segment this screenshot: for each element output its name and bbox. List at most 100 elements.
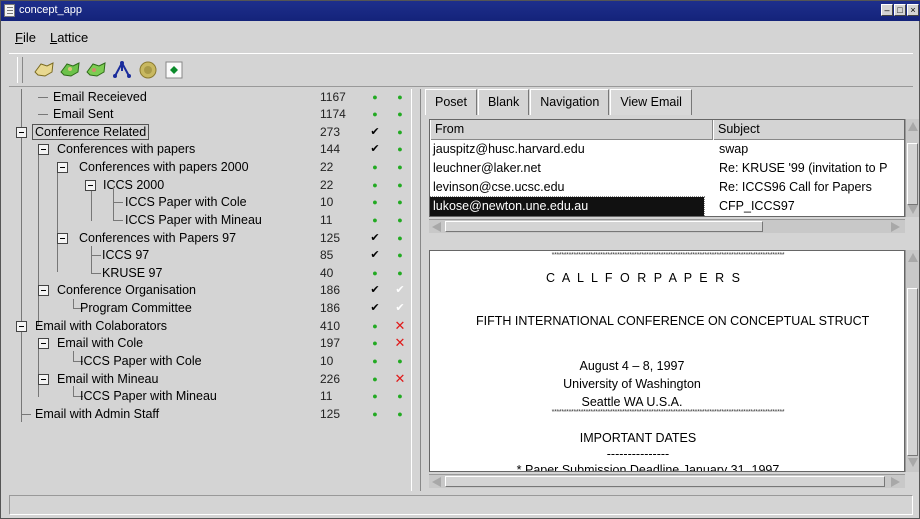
tree-item[interactable]: Conference Organisation	[9, 282, 314, 299]
scroll-up-icon[interactable]	[908, 253, 918, 262]
tree-item[interactable]: ICCS Paper with Cole	[9, 187, 314, 211]
green-dot-icon[interactable]: ●	[394, 142, 406, 156]
tab-navigation[interactable]: Navigation	[530, 89, 610, 115]
email-body-hscrollbar[interactable]	[429, 474, 905, 488]
collapse-icon[interactable]	[57, 233, 68, 244]
green-dot-icon[interactable]: ●	[394, 213, 406, 227]
toolbar-grip[interactable]	[17, 57, 23, 83]
collapse-icon[interactable]	[57, 162, 68, 173]
scroll-down-icon[interactable]	[908, 458, 918, 467]
scroll-thumb[interactable]	[445, 221, 763, 232]
check-icon[interactable]: ✔	[369, 283, 381, 296]
app-menu-icon[interactable]	[4, 4, 15, 17]
collapse-icon[interactable]	[38, 285, 49, 296]
collapse-icon[interactable]	[16, 127, 27, 138]
email-row[interactable]: leuchner@laker.net Re: KRUSE '99 (invita…	[430, 159, 904, 179]
green-dot-icon[interactable]: ●	[394, 248, 406, 262]
green-dot-icon[interactable]: ●	[394, 231, 406, 245]
tree-item[interactable]: Conference Related	[9, 124, 314, 141]
tree-item[interactable]: ICCS Paper with Cole	[9, 353, 314, 370]
green-dot-icon[interactable]: ●	[394, 354, 406, 368]
tree-item[interactable]: ICCS 97	[9, 247, 314, 264]
check-icon[interactable]: ✔	[369, 125, 381, 138]
green-dot-icon[interactable]: ●	[394, 160, 406, 174]
tab-view-email[interactable]: View Email	[610, 89, 692, 115]
collapse-icon[interactable]	[38, 144, 49, 155]
red-cross-icon[interactable]: ✕	[394, 372, 406, 386]
green-diamond-icon[interactable]	[163, 59, 185, 81]
pane-splitter[interactable]	[411, 89, 421, 491]
tree-item[interactable]: Email Sent	[9, 106, 314, 123]
menu-file[interactable]: File	[15, 30, 36, 45]
column-header-subject[interactable]: Subject	[713, 120, 904, 140]
green-dot-icon[interactable]: ●	[369, 178, 381, 192]
green-dot-icon[interactable]: ●	[369, 107, 381, 121]
green-dot-icon[interactable]: ●	[394, 266, 406, 280]
check-icon[interactable]: ✔	[369, 231, 381, 244]
green-dot-icon[interactable]: ●	[394, 107, 406, 121]
scroll-down-icon[interactable]	[908, 205, 918, 214]
green-dot-icon[interactable]: ●	[394, 125, 406, 139]
green-dot-icon[interactable]: ●	[369, 389, 381, 403]
minimize-button[interactable]: –	[881, 4, 893, 16]
hands-green-icon[interactable]	[59, 59, 81, 81]
green-dot-icon[interactable]: ●	[369, 195, 381, 209]
green-dot-icon[interactable]: ●	[394, 90, 406, 104]
hands-icon[interactable]	[33, 59, 55, 81]
red-cross-icon[interactable]: ✕	[394, 336, 406, 350]
tab-poset[interactable]: Poset	[425, 89, 477, 115]
coin-icon[interactable]	[137, 59, 159, 81]
column-header-from[interactable]: From	[430, 120, 713, 140]
green-dot-icon[interactable]: ●	[369, 319, 381, 333]
tree-item[interactable]: Email with Mineau	[9, 371, 314, 388]
scroll-thumb[interactable]	[907, 143, 918, 205]
tree-item[interactable]: Email with Admin Staff	[9, 406, 314, 423]
email-body-vscrollbar[interactable]	[905, 250, 919, 472]
email-row[interactable]: jauspitz@husc.harvard.edu swap	[430, 140, 904, 160]
green-dot-icon[interactable]: ●	[394, 195, 406, 209]
scroll-thumb[interactable]	[445, 476, 885, 487]
scroll-up-icon[interactable]	[908, 122, 918, 131]
email-list-vscrollbar[interactable]	[905, 119, 919, 217]
scroll-left-icon[interactable]	[432, 477, 441, 487]
check-icon[interactable]: ✔	[369, 301, 381, 314]
check-icon[interactable]: ✔	[394, 301, 406, 314]
tree-item[interactable]: KRUSE 97	[9, 265, 314, 282]
email-list-hscrollbar[interactable]	[429, 219, 905, 233]
scroll-left-icon[interactable]	[432, 222, 441, 232]
email-body[interactable]: ****************************************…	[429, 250, 905, 472]
check-icon[interactable]: ✔	[394, 283, 406, 296]
menu-lattice[interactable]: Lattice	[50, 30, 88, 45]
tree-item[interactable]: ICCS Paper with Mineau	[9, 202, 314, 229]
green-dot-icon[interactable]: ●	[369, 213, 381, 227]
tree-item[interactable]: Conferences with papers	[9, 141, 314, 158]
green-dot-icon[interactable]: ●	[369, 160, 381, 174]
scroll-right-icon[interactable]	[891, 222, 900, 232]
maximize-button[interactable]: □	[894, 4, 906, 16]
green-dot-icon[interactable]: ●	[369, 372, 381, 386]
tree-item[interactable]: Email with Cole	[9, 335, 314, 352]
scroll-right-icon[interactable]	[891, 477, 900, 487]
tree-item[interactable]: Program Committee	[9, 300, 314, 317]
green-dot-icon[interactable]: ●	[369, 90, 381, 104]
green-dot-icon[interactable]: ●	[394, 389, 406, 403]
red-cross-icon[interactable]: ✕	[394, 319, 406, 333]
scroll-thumb[interactable]	[907, 288, 918, 456]
green-dot-icon[interactable]: ●	[369, 354, 381, 368]
tree-item[interactable]: ICCS Paper with Mineau	[9, 388, 314, 405]
lattice-icon[interactable]	[111, 59, 133, 81]
collapse-icon[interactable]	[38, 374, 49, 385]
close-button[interactable]: ×	[907, 4, 919, 16]
tree-item[interactable]: Conferences with papers 2000	[9, 159, 314, 176]
check-icon[interactable]: ✔	[369, 248, 381, 261]
tree-item[interactable]: ICCS 2000	[9, 177, 314, 194]
collapse-icon[interactable]	[38, 338, 49, 349]
green-dot-icon[interactable]: ●	[369, 266, 381, 280]
green-dot-icon[interactable]: ●	[394, 407, 406, 421]
hands-green-2-icon[interactable]	[85, 59, 107, 81]
tree-item[interactable]: Email with Colaborators	[9, 318, 314, 335]
tree-item[interactable]: Conferences with Papers 97	[9, 230, 314, 247]
collapse-icon[interactable]	[16, 321, 27, 332]
collapse-icon[interactable]	[85, 180, 96, 191]
green-dot-icon[interactable]: ●	[369, 407, 381, 421]
